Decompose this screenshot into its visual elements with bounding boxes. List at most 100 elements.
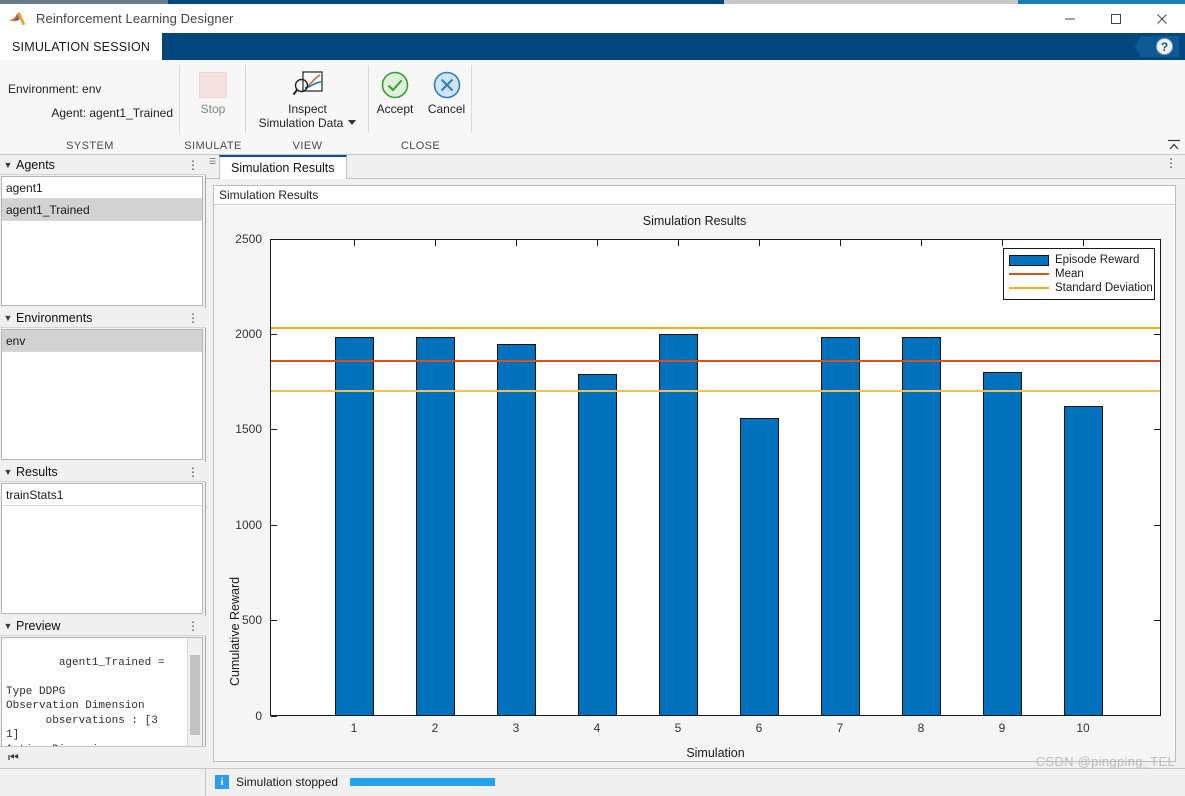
- panel-title-agents: Agents: [16, 158, 55, 172]
- xtick-label: 4: [567, 721, 627, 735]
- window-controls: [1047, 4, 1185, 33]
- ytick-mark-right: [1154, 429, 1160, 430]
- help-button[interactable]: ?: [1135, 36, 1179, 57]
- xtick-mark: [840, 240, 841, 246]
- xtick-mark: [597, 240, 598, 246]
- dock-footer: ⏮: [0, 746, 206, 768]
- progress-bar: [350, 778, 495, 786]
- go-to-start-icon[interactable]: ⏮: [8, 750, 19, 765]
- accept-button[interactable]: Accept: [369, 68, 421, 116]
- stop-button-label: Stop: [201, 102, 226, 116]
- xtick-label: 7: [810, 721, 870, 735]
- xtick-label: 9: [972, 721, 1032, 735]
- tab-simulation-session[interactable]: SIMULATION SESSION: [0, 33, 162, 60]
- bar-episode-reward: [578, 374, 617, 716]
- xtick-mark: [1083, 240, 1084, 246]
- inspect-label-line2: Simulation Data: [259, 116, 344, 130]
- ytick-mark: [271, 334, 277, 335]
- legend-label: Standard Deviation: [1055, 282, 1153, 294]
- bar-episode-reward: [1064, 406, 1103, 716]
- environments-list[interactable]: env: [1, 329, 203, 460]
- list-item[interactable]: env: [2, 330, 202, 352]
- panel-menu-environments-icon[interactable]: ⋮: [187, 314, 199, 322]
- panel-menu-preview-icon[interactable]: ⋮: [187, 622, 199, 630]
- panel-menu-agents-icon[interactable]: ⋮: [187, 161, 199, 169]
- inspect-label-line1: Inspect: [288, 102, 327, 116]
- chart-axes: [270, 239, 1161, 716]
- ytick-label: 1000: [214, 518, 262, 532]
- accept-icon: [380, 68, 410, 102]
- list-item[interactable]: trainStats1: [2, 484, 202, 506]
- close-button[interactable]: [1139, 4, 1185, 33]
- watermark: CSDN @pingping_TEL: [1036, 754, 1175, 769]
- group-label-view: VIEW: [246, 140, 369, 152]
- ytick-mark: [271, 239, 277, 240]
- collapse-ribbon-icon[interactable]: [1167, 138, 1181, 152]
- panel-title-preview: Preview: [16, 619, 60, 633]
- ribbon-group-view: Inspect Simulation Data VIEW: [246, 60, 369, 155]
- figure-panel: Simulation Results Simulation Results Cu…: [213, 185, 1176, 762]
- collapse-triangle-icon[interactable]: ▼: [0, 160, 16, 170]
- document-tab-simulation-results[interactable]: Simulation Results: [219, 155, 347, 179]
- std-dev-upper-line: [271, 327, 1160, 329]
- maximize-button[interactable]: [1093, 4, 1139, 33]
- results-list[interactable]: trainStats1: [1, 483, 203, 614]
- bar-episode-reward: [335, 337, 374, 716]
- std-dev-lower-line: [271, 390, 1160, 392]
- agents-list[interactable]: agent1 agent1_Trained: [1, 176, 203, 306]
- chart-xlabel: Simulation: [270, 746, 1161, 760]
- xtick-label: 2: [405, 721, 465, 735]
- cancel-button[interactable]: Cancel: [421, 68, 472, 116]
- tab-grip-icon[interactable]: ☰: [209, 160, 217, 173]
- collapse-triangle-icon[interactable]: ▼: [0, 621, 16, 631]
- inspect-simulation-data-button[interactable]: Inspect Simulation Data: [246, 68, 369, 130]
- preview-text-box: agent1_Trained = Type DDPG Observation D…: [1, 637, 203, 760]
- collapse-triangle-icon[interactable]: ▼: [0, 313, 16, 323]
- preview-scrollbar[interactable]: ▲ ▼: [187, 638, 202, 759]
- status-bar-main: i Simulation stopped: [206, 769, 1185, 796]
- panel-preview: ▼ Preview ⋮ agent1_Trained = Type DDPG O…: [0, 616, 206, 746]
- panel-header-results[interactable]: ▼ Results ⋮: [0, 462, 206, 482]
- bar-episode-reward: [416, 337, 455, 716]
- panel-title-results: Results: [16, 465, 58, 479]
- ytick-mark-right: [1154, 334, 1160, 335]
- ytick-label: 2500: [214, 232, 262, 246]
- ytick-mark: [271, 620, 277, 621]
- xtick-label: 6: [729, 721, 789, 735]
- document-area: ☰ Simulation Results ⋮ Simulation Result…: [206, 155, 1185, 768]
- status-bar-left-spacer: [0, 769, 206, 796]
- panel-title-environments: Environments: [16, 311, 92, 325]
- ytick-label: 500: [214, 613, 262, 627]
- ytick-label: 0: [214, 709, 262, 723]
- chevron-down-icon[interactable]: [348, 120, 356, 126]
- xtick-mark: [516, 240, 517, 246]
- xtick-mark: [1002, 240, 1003, 246]
- list-item[interactable]: agent1_Trained: [2, 199, 202, 221]
- panel-menu-results-icon[interactable]: ⋮: [187, 468, 199, 476]
- panel-header-agents[interactable]: ▼ Agents ⋮: [0, 155, 206, 175]
- scroll-thumb[interactable]: [190, 655, 200, 735]
- ribbon-tab-strip: SIMULATION SESSION ?: [0, 33, 1185, 60]
- panel-header-preview[interactable]: ▼ Preview ⋮: [0, 616, 206, 636]
- chart-legend: Episode Reward Mean Standard Deviation: [1003, 248, 1155, 300]
- document-menu-icon[interactable]: ⋮: [1165, 159, 1177, 167]
- group-separator-close: [471, 65, 472, 133]
- xtick-label: 8: [891, 721, 951, 735]
- legend-label: Episode Reward: [1055, 254, 1139, 266]
- collapse-triangle-icon[interactable]: ▼: [0, 467, 16, 477]
- cancel-icon: [432, 68, 462, 102]
- ytick-mark: [271, 429, 277, 430]
- xtick-mark: [759, 240, 760, 246]
- ribbon-toolbar: Environment: env Agent: agent1_Trained S…: [0, 60, 1185, 155]
- minimize-button[interactable]: [1047, 4, 1093, 33]
- legend-swatch-episode-reward: [1009, 255, 1049, 266]
- list-item[interactable]: agent1: [2, 177, 202, 199]
- legend-entry-episode-reward: Episode Reward: [1009, 253, 1148, 267]
- legend-label: Mean: [1055, 268, 1084, 280]
- xtick-label: 1: [324, 721, 384, 735]
- stop-button[interactable]: Stop: [180, 68, 246, 116]
- document-tab-bar: ☰ Simulation Results ⋮: [206, 155, 1185, 179]
- panel-results: ▼ Results ⋮ trainStats1: [0, 462, 206, 616]
- figure-title: Simulation Results: [219, 188, 318, 202]
- panel-header-environments[interactable]: ▼ Environments ⋮: [0, 308, 206, 328]
